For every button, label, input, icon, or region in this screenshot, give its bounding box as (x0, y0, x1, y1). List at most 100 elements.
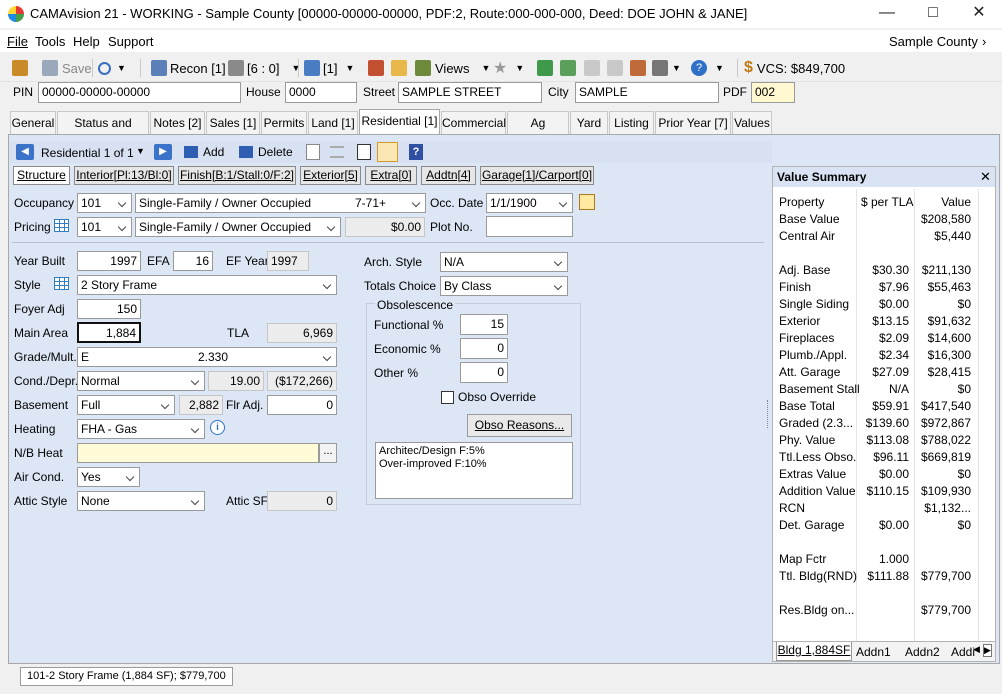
close-panel-icon[interactable]: ✕ (980, 169, 991, 185)
record-dropdown-icon[interactable]: ▼ (136, 146, 145, 156)
tab-prior-year[interactable]: Prior Year [7] (655, 111, 731, 135)
list-icon[interactable] (330, 146, 344, 158)
info-icon[interactable]: i (210, 420, 225, 435)
obso-reasons-button[interactable]: Obso Reasons... (467, 414, 572, 437)
occupancy-desc-select[interactable]: Single-Family / Owner Occupied 7-71+ (135, 193, 426, 213)
plot-field[interactable] (486, 216, 573, 237)
tab-ag-building[interactable]: Ag Building (507, 111, 569, 152)
style-grid-icon[interactable] (54, 277, 69, 290)
tab-general[interactable]: General (10, 111, 56, 135)
city-field[interactable]: SAMPLE (575, 82, 719, 103)
calendar-edit-icon[interactable] (579, 194, 595, 210)
subtab-addtn[interactable]: Addtn[4] (421, 166, 476, 185)
delete-button[interactable]: Delete (239, 145, 293, 159)
attic-style-select[interactable]: None (77, 491, 205, 511)
search-button[interactable]: ▼ (98, 58, 126, 78)
help-book-icon[interactable]: ? (409, 144, 423, 160)
calc-button[interactable] (607, 58, 623, 78)
row-per-tla: $27.09 (872, 365, 909, 379)
tab-status-legal[interactable]: Status and Legal (57, 111, 149, 152)
tab-scroll-left-icon[interactable]: ◀ (973, 644, 980, 655)
prev-record-icon[interactable]: ◀ (16, 144, 34, 160)
obso-override-checkbox[interactable] (441, 391, 454, 404)
copy-icon[interactable] (306, 144, 320, 160)
house-field[interactable]: 0000 (285, 82, 357, 103)
menu-overflow-icon[interactable]: › (982, 34, 986, 49)
year-built-field[interactable]: 1997 (77, 251, 141, 271)
menu-file[interactable]: File (7, 34, 28, 49)
tab-permits[interactable]: Permits (261, 111, 307, 135)
arch-style-select[interactable]: N/A (440, 252, 568, 272)
tab-land[interactable]: Land [1] (308, 111, 358, 135)
menu-support[interactable]: Support (108, 34, 154, 49)
subtab-exterior[interactable]: Exterior[5] (300, 166, 361, 185)
tab-addn2[interactable]: Addn2 (905, 645, 940, 659)
add-button[interactable]: Add (184, 145, 224, 159)
flr-adj-field[interactable]: 0 (267, 395, 337, 415)
tab-addn1[interactable]: Addn1 (856, 645, 891, 659)
recon-button[interactable]: Recon [1] (151, 58, 226, 78)
edit-button[interactable] (391, 58, 407, 78)
subtab-extra[interactable]: Extra[0] (365, 166, 417, 185)
pricing-grid-icon[interactable] (54, 219, 69, 232)
menu-help[interactable]: Help (73, 34, 100, 49)
style-select[interactable]: 2 Story Frame (77, 275, 337, 295)
pricing-desc-select[interactable]: Single-Family / Owner Occupied (135, 217, 341, 237)
row-value: $788,022 (920, 433, 971, 447)
tab-yard[interactable]: Yard (570, 111, 608, 135)
main-area-field[interactable]: 1,884 (77, 322, 141, 343)
tab-residential[interactable]: Residential [1] (359, 109, 440, 135)
occ-date-picker[interactable]: 1/1/1900 (486, 193, 573, 213)
close-button[interactable]: ✕ (956, 0, 1002, 28)
subtab-interior[interactable]: Interior[Pl:13/Bl:0] (74, 166, 174, 185)
nb-heat-field[interactable] (77, 443, 319, 463)
checklist-button[interactable] (560, 58, 576, 78)
other-field[interactable]: 0 (460, 362, 508, 383)
subtab-structure[interactable]: Structure (13, 166, 70, 185)
exit-button[interactable] (12, 58, 28, 78)
help-button[interactable]: ? ▼ (691, 58, 724, 78)
efa-field[interactable]: 16 (173, 251, 213, 271)
camera-button[interactable]: [6 : 0] ▼ (228, 58, 300, 78)
pin-field[interactable]: 00000-00000-00000 (38, 82, 241, 103)
tab-listing[interactable]: Listing (609, 111, 654, 135)
tab-commercial[interactable]: Commercial (441, 111, 506, 135)
tab-sales[interactable]: Sales [1] (206, 111, 260, 135)
basement-select[interactable]: Full (77, 395, 175, 415)
subtab-finish[interactable]: Finish[B:1/Stall:0/F:2] (178, 166, 296, 185)
tab-scroll-right-icon[interactable]: ▶ (983, 644, 992, 657)
tools-button[interactable] (368, 58, 384, 78)
occupancy-code-select[interactable]: 101 (77, 193, 132, 213)
street-field[interactable]: SAMPLE STREET (398, 82, 542, 103)
settings-button[interactable]: ▼ (652, 58, 681, 78)
splitter-handle[interactable] (767, 400, 769, 428)
document-icon[interactable] (357, 144, 371, 160)
home-button[interactable] (537, 58, 553, 78)
subtab-garage[interactable]: Garage[1]/Carport[0] (480, 166, 594, 185)
tag-button[interactable] (584, 58, 600, 78)
menu-tools[interactable]: Tools (35, 34, 65, 49)
next-record-icon[interactable]: ▶ (154, 144, 172, 160)
favorite-button[interactable]: ★ ▼ (493, 58, 524, 78)
tab-values[interactable]: Values (732, 111, 772, 135)
functional-field[interactable]: 15 (460, 314, 508, 335)
heating-select[interactable]: FHA - Gas (77, 419, 205, 439)
condition-select[interactable]: Normal (77, 371, 205, 391)
pricing-code-select[interactable]: 101 (77, 217, 132, 237)
pdf-field[interactable]: 002 (751, 82, 795, 103)
economic-field[interactable]: 0 (460, 338, 508, 359)
grade-select[interactable]: E 2.330 (77, 347, 337, 367)
minimize-button[interactable]: — (864, 0, 910, 28)
maximize-button[interactable]: □ (910, 0, 956, 28)
air-cond-select[interactable]: Yes (77, 467, 140, 487)
sketch-button[interactable]: [1] ▼ (304, 58, 354, 78)
foyer-adj-field[interactable]: 150 (77, 299, 141, 319)
totals-choice-select[interactable]: By Class (440, 276, 568, 296)
save-button[interactable]: Save (42, 58, 92, 78)
house-tool-button[interactable] (630, 58, 646, 78)
tab-notes[interactable]: Notes [2] (150, 111, 205, 135)
grid-view-icon[interactable] (377, 142, 398, 162)
nb-heat-browse-button[interactable]: ... (319, 443, 337, 463)
views-button[interactable]: Views ▼ (415, 58, 490, 78)
tab-bldg[interactable]: Bldg 1,884SF (776, 642, 852, 661)
